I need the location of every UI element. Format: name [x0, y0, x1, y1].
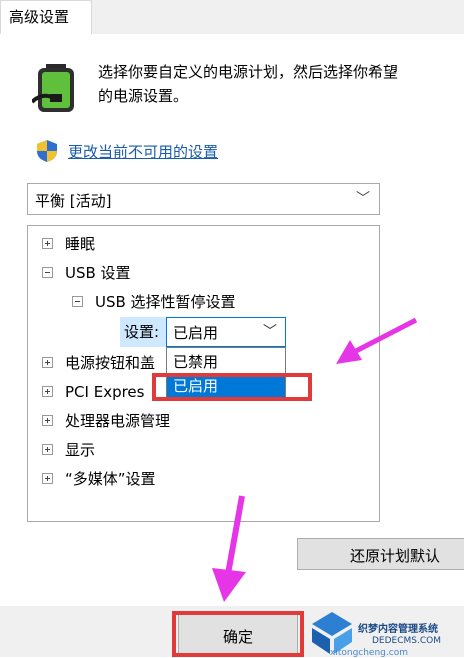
watermark-text-2: DEDECMS.COM — [372, 636, 441, 646]
expand-icon[interactable] — [42, 472, 53, 484]
expand-icon[interactable] — [42, 385, 53, 397]
tree-item-power-buttons-lid[interactable]: 电源按钮和盖 — [42, 351, 155, 375]
tree-item-label: “多媒体”设置 — [65, 470, 156, 488]
tree-item-usb-selective-suspend[interactable]: USB 选择性暂停设置 — [72, 290, 236, 314]
expand-icon[interactable] — [42, 356, 53, 368]
tree-item-label: 处理器电源管理 — [65, 412, 171, 430]
annotation-arrow-icon — [336, 317, 418, 364]
tree-item-processor-power[interactable]: 处理器电源管理 — [42, 409, 170, 433]
tree-item-label: USB 选择性暂停设置 — [95, 293, 236, 311]
description-line2: 的电源设置。 — [98, 87, 189, 105]
dropdown-option-disabled[interactable]: 已禁用 — [167, 350, 285, 374]
tree-item-usb-settings[interactable]: USB 设置 — [42, 261, 131, 285]
tree-item-display[interactable]: 显示 — [42, 438, 95, 462]
tree-item-label: 显示 — [65, 441, 96, 459]
chevron-down-icon: ﹀ — [263, 324, 277, 340]
tree-item-label: 睡眠 — [65, 235, 96, 253]
power-plan-value: 平衡 [活动] — [35, 192, 112, 210]
power-plan-select[interactable]: 平衡 [活动] ﹀ — [27, 183, 380, 215]
uac-shield-icon — [37, 140, 57, 162]
tree-item-label: PCI Expres — [65, 383, 145, 401]
expand-icon[interactable] — [42, 414, 53, 426]
setting-label: 设置: — [124, 323, 160, 341]
description: 选择你要自定义的电源计划，然后选择你希望 的电源设置。 — [98, 60, 464, 108]
watermark-text-1: 织梦内容管理系统 — [358, 624, 438, 635]
tree-item-multimedia[interactable]: “多媒体”设置 — [42, 467, 156, 491]
collapse-icon[interactable] — [72, 295, 83, 307]
tree-item-label: 电源按钮和盖 — [65, 354, 156, 372]
tab-strip: 高级设置 — [0, 0, 464, 35]
annotation-arrow-icon — [212, 495, 246, 602]
battery-icon — [32, 64, 74, 112]
expand-icon[interactable] — [42, 443, 53, 455]
setting-value: 已启用 — [173, 324, 219, 342]
collapse-icon[interactable] — [42, 266, 53, 278]
change-unavailable-settings-link[interactable]: 更改当前不可用的设置 — [68, 141, 218, 162]
restore-plan-defaults-button[interactable]: 还原计划默认 — [297, 538, 464, 570]
tab-label: 高级设置 — [9, 8, 70, 26]
tree-item-label: USB 设置 — [65, 264, 131, 282]
expand-icon[interactable] — [42, 237, 53, 249]
tree-item-sleep[interactable]: 睡眠 — [42, 232, 95, 256]
chevron-down-icon: ﹀ — [356, 191, 370, 207]
restore-button-label: 还原计划默认 — [350, 547, 441, 565]
highlight-box-ok-button — [172, 611, 304, 657]
setting-value-combobox[interactable]: 已启用 ﹀ — [166, 317, 286, 347]
tree-item-pci-express[interactable]: PCI Expres — [42, 380, 144, 404]
highlight-box-enabled-option — [152, 373, 312, 401]
tab-advanced-settings[interactable]: 高级设置 — [0, 0, 92, 34]
description-line1: 选择你要自定义的电源计划，然后选择你希望 — [98, 63, 399, 81]
